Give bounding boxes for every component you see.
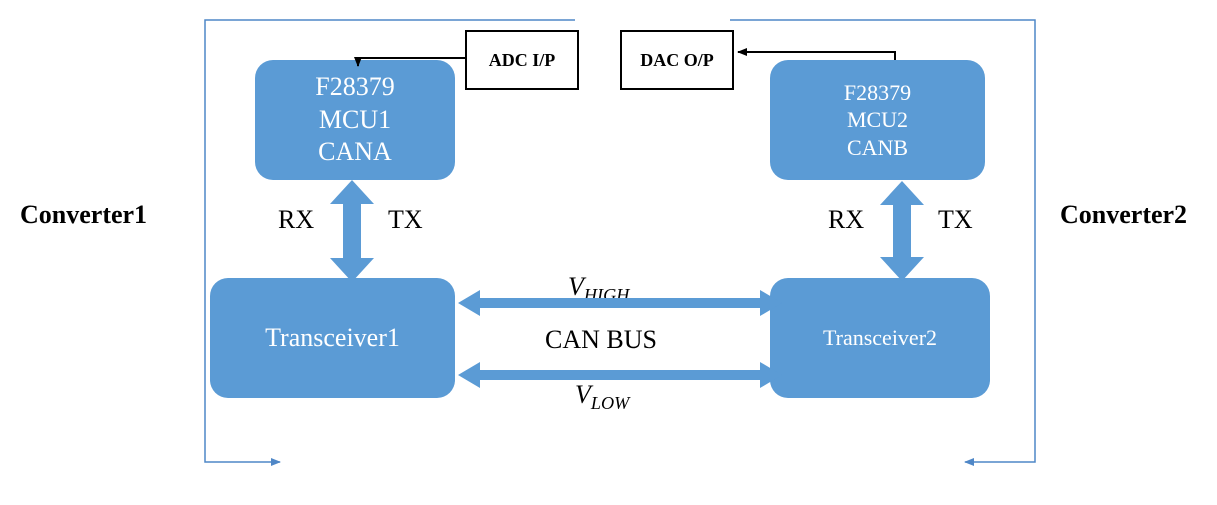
mcu2-line1: F28379 (844, 79, 911, 107)
mcu2-line3: CANB (847, 134, 908, 162)
mcu1-line3: CANA (318, 136, 392, 169)
mcu2-line2: MCU2 (847, 106, 908, 134)
transceiver2-block: Transceiver2 (770, 278, 990, 398)
transceiver2-label: Transceiver2 (823, 324, 937, 352)
rx2-label: RX (828, 205, 864, 235)
mcu1-line1: F28379 (315, 71, 394, 104)
adc-box: ADC I/P (465, 30, 579, 90)
converter1-title: Converter1 (20, 200, 147, 230)
vhigh-label: VHIGH (568, 272, 629, 306)
rxtx1-arrow (330, 180, 374, 282)
rx1-label: RX (278, 205, 314, 235)
diagram-overlay (0, 0, 1217, 505)
mcu1-line2: MCU1 (319, 104, 391, 137)
canbus-label: CAN BUS (545, 325, 657, 355)
dac-box: DAC O/P (620, 30, 734, 90)
mcu1-block: F28379 MCU1 CANA (255, 60, 455, 180)
rxtx2-arrow (880, 181, 924, 281)
tx2-label: TX (938, 205, 973, 235)
converter2-title: Converter2 (1060, 200, 1187, 230)
mcu2-block: F28379 MCU2 CANB (770, 60, 985, 180)
vlow-label: VLOW (575, 380, 629, 414)
dac-arrow (738, 52, 895, 60)
transceiver1-label: Transceiver1 (265, 322, 400, 355)
transceiver1-block: Transceiver1 (210, 278, 455, 398)
tx1-label: TX (388, 205, 423, 235)
